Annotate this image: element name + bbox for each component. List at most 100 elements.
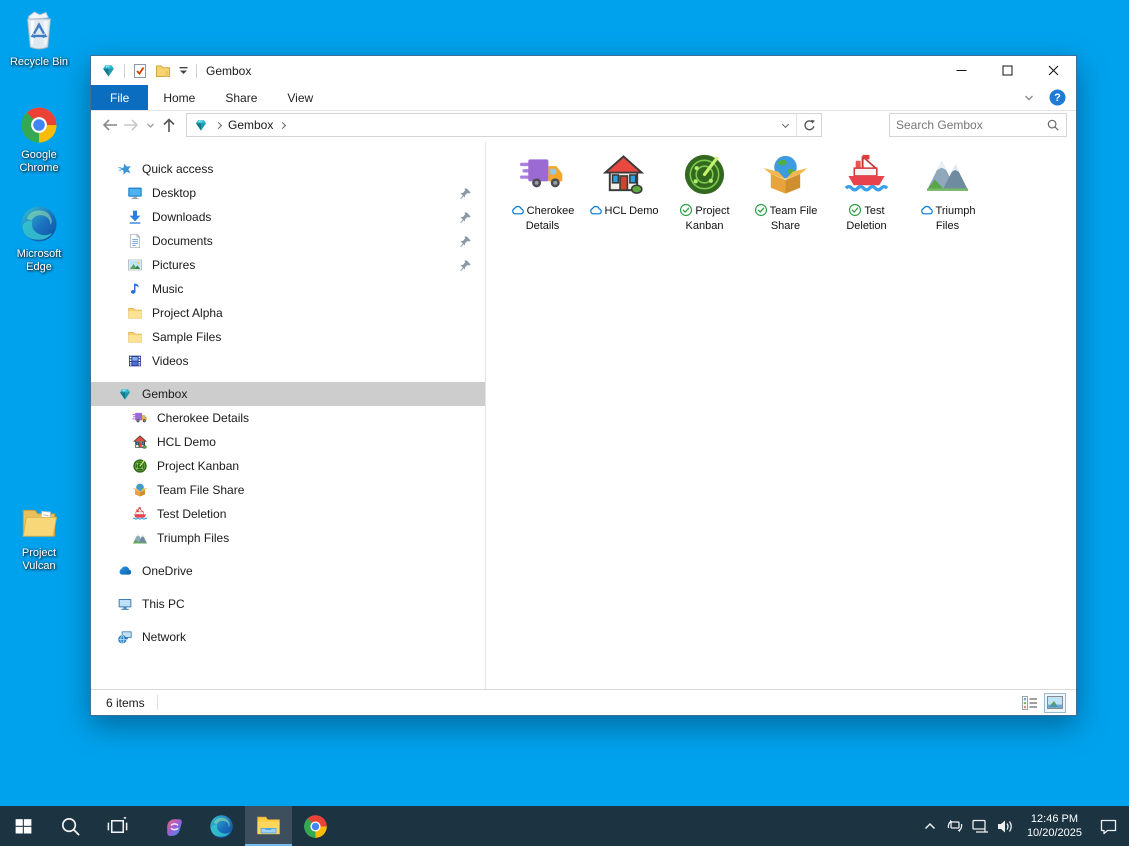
chevron-up-icon <box>924 822 936 830</box>
minimize-icon <box>956 65 967 76</box>
taskbar-clock[interactable]: 12:46 PM 10/20/2025 <box>1018 812 1091 840</box>
search-input[interactable] <box>896 118 1046 132</box>
quick-access-toolbar <box>91 62 197 79</box>
breadcrumb[interactable]: Gembox <box>186 113 822 137</box>
search-icon[interactable] <box>1046 118 1060 132</box>
synced-status-icon <box>848 203 862 217</box>
ship-icon <box>132 506 148 522</box>
action-center-button[interactable] <box>1091 806 1125 846</box>
sidebar-group-gap <box>91 616 485 625</box>
sidebar-item-label: Desktop <box>152 186 196 200</box>
taskbar-copilot-button[interactable] <box>151 806 198 846</box>
sidebar-item-onedrive[interactable]: OneDrive <box>91 559 485 583</box>
sidebar-item-cherokee-details[interactable]: Cherokee Details <box>91 406 485 430</box>
sidebar-item-music[interactable]: Music <box>91 277 485 301</box>
sidebar-item-triumph-files[interactable]: Triumph Files <box>91 526 485 550</box>
desktop-icon-google-chrome[interactable]: Google Chrome <box>0 104 78 175</box>
sidebar-group-gap <box>91 373 485 382</box>
sidebar-item-quick-access[interactable]: Quick access <box>91 157 485 181</box>
tray-volume-icon[interactable] <box>993 806 1018 846</box>
tab-home[interactable]: Home <box>148 85 210 110</box>
minimize-button[interactable] <box>938 56 984 85</box>
synced-status-icon <box>754 203 768 217</box>
breadcrumb-item-gembox[interactable]: Gembox <box>228 118 273 132</box>
tab-share[interactable]: Share <box>210 85 272 110</box>
sidebar-item-network[interactable]: Network <box>91 625 485 649</box>
file-tile-label: Test Deletion <box>831 203 903 234</box>
file-tile-team-file-share[interactable]: Team File Share <box>745 151 826 234</box>
pin-icon[interactable] <box>459 211 472 224</box>
tab-view[interactable]: View <box>272 85 328 110</box>
sidebar-item-hcl-demo[interactable]: HCL Demo <box>91 430 485 454</box>
folder-icon <box>127 329 143 345</box>
collapse-ribbon-chevron-icon[interactable] <box>1023 92 1035 104</box>
sidebar-item-test-deletion[interactable]: Test Deletion <box>91 502 485 526</box>
sidebar-item-pictures[interactable]: Pictures <box>91 253 485 277</box>
show-hidden-icons-button[interactable] <box>918 806 943 846</box>
breadcrumb-chevron-icon[interactable] <box>279 121 286 128</box>
edge-icon <box>208 813 235 840</box>
desktop-icon-recycle-bin[interactable]: Recycle Bin <box>0 7 78 69</box>
file-tile-triumph-files[interactable]: Triumph Files <box>907 151 988 234</box>
properties-icon[interactable] <box>132 63 148 79</box>
file-tile-test-deletion[interactable]: Test Deletion <box>826 151 907 234</box>
sidebar-item-label: Project Alpha <box>152 306 223 320</box>
refresh-button[interactable] <box>797 114 821 136</box>
pin-icon[interactable] <box>459 235 472 248</box>
taskbar-chrome-button[interactable] <box>292 806 339 846</box>
toolbar-divider <box>124 64 125 78</box>
recent-locations-chevron[interactable] <box>142 114 158 136</box>
sidebar-item-team-file-share[interactable]: Team File Share <box>91 478 485 502</box>
close-button[interactable] <box>1030 56 1076 85</box>
pin-icon[interactable] <box>459 259 472 272</box>
sidebar-item-label: Project Kanban <box>157 459 239 473</box>
forward-button[interactable] <box>120 114 142 136</box>
file-list-pane[interactable]: Cherokee Details HCL Demo Project Kanban… <box>486 142 1076 689</box>
desktop-icon-label: Microsoft Edge <box>9 248 69 274</box>
sidebar-item-this-pc[interactable]: This PC <box>91 592 485 616</box>
file-tile-project-kanban[interactable]: Project Kanban <box>664 151 745 234</box>
task-view-button[interactable] <box>94 806 141 846</box>
picture-icon <box>127 257 143 273</box>
sidebar-group-gap <box>91 583 485 592</box>
sidebar-item-label: This PC <box>142 597 185 611</box>
pin-icon[interactable] <box>459 187 472 200</box>
tray-network-icon[interactable] <box>968 806 993 846</box>
gembox-app-icon <box>100 62 117 79</box>
sidebar-item-gembox[interactable]: Gembox <box>91 382 485 406</box>
back-button[interactable] <box>98 114 120 136</box>
address-dropdown-chevron-icon[interactable] <box>782 120 789 127</box>
taskbar-edge-button[interactable] <box>198 806 245 846</box>
sidebar-item-documents[interactable]: Documents <box>91 229 485 253</box>
sidebar-item-sample-files[interactable]: Sample Files <box>91 325 485 349</box>
sidebar-item-label: Triumph Files <box>157 531 229 545</box>
desktop-icon-project-vulcan[interactable]: Project Vulcan <box>0 502 78 573</box>
mountain-icon <box>924 151 971 198</box>
large-icons-view-button[interactable] <box>1044 693 1066 713</box>
sidebar-item-downloads[interactable]: Downloads <box>91 205 485 229</box>
up-button[interactable] <box>158 114 180 136</box>
desktop-icon-microsoft-edge[interactable]: Microsoft Edge <box>0 203 78 274</box>
sidebar-item-desktop[interactable]: Desktop <box>91 181 485 205</box>
customize-toolbar-chevron-icon[interactable] <box>178 65 189 76</box>
taskbar-search-button[interactable] <box>47 806 94 846</box>
tab-file[interactable]: File <box>91 85 148 110</box>
file-tile-label: Project Kanban <box>669 203 741 234</box>
search-box[interactable] <box>889 113 1067 137</box>
help-icon[interactable]: ? <box>1049 89 1066 106</box>
new-folder-icon[interactable] <box>155 63 171 79</box>
start-button[interactable] <box>0 806 47 846</box>
title-bar[interactable]: Gembox <box>91 56 1076 85</box>
back-arrow-icon <box>101 118 118 132</box>
sidebar-item-videos[interactable]: Videos <box>91 349 485 373</box>
tray-sync-icon[interactable] <box>943 806 968 846</box>
maximize-button[interactable] <box>984 56 1030 85</box>
sidebar-item-project-kanban[interactable]: Project Kanban <box>91 454 485 478</box>
file-name: Cherokee Details <box>526 205 575 232</box>
taskbar-file-explorer-button[interactable] <box>245 806 292 846</box>
sidebar-item-project-alpha[interactable]: Project Alpha <box>91 301 485 325</box>
breadcrumb-chevron-icon[interactable] <box>215 121 222 128</box>
file-tile-hcl-demo[interactable]: HCL Demo <box>583 151 664 219</box>
details-view-button[interactable] <box>1019 693 1041 713</box>
file-tile-cherokee-details[interactable]: Cherokee Details <box>502 151 583 234</box>
